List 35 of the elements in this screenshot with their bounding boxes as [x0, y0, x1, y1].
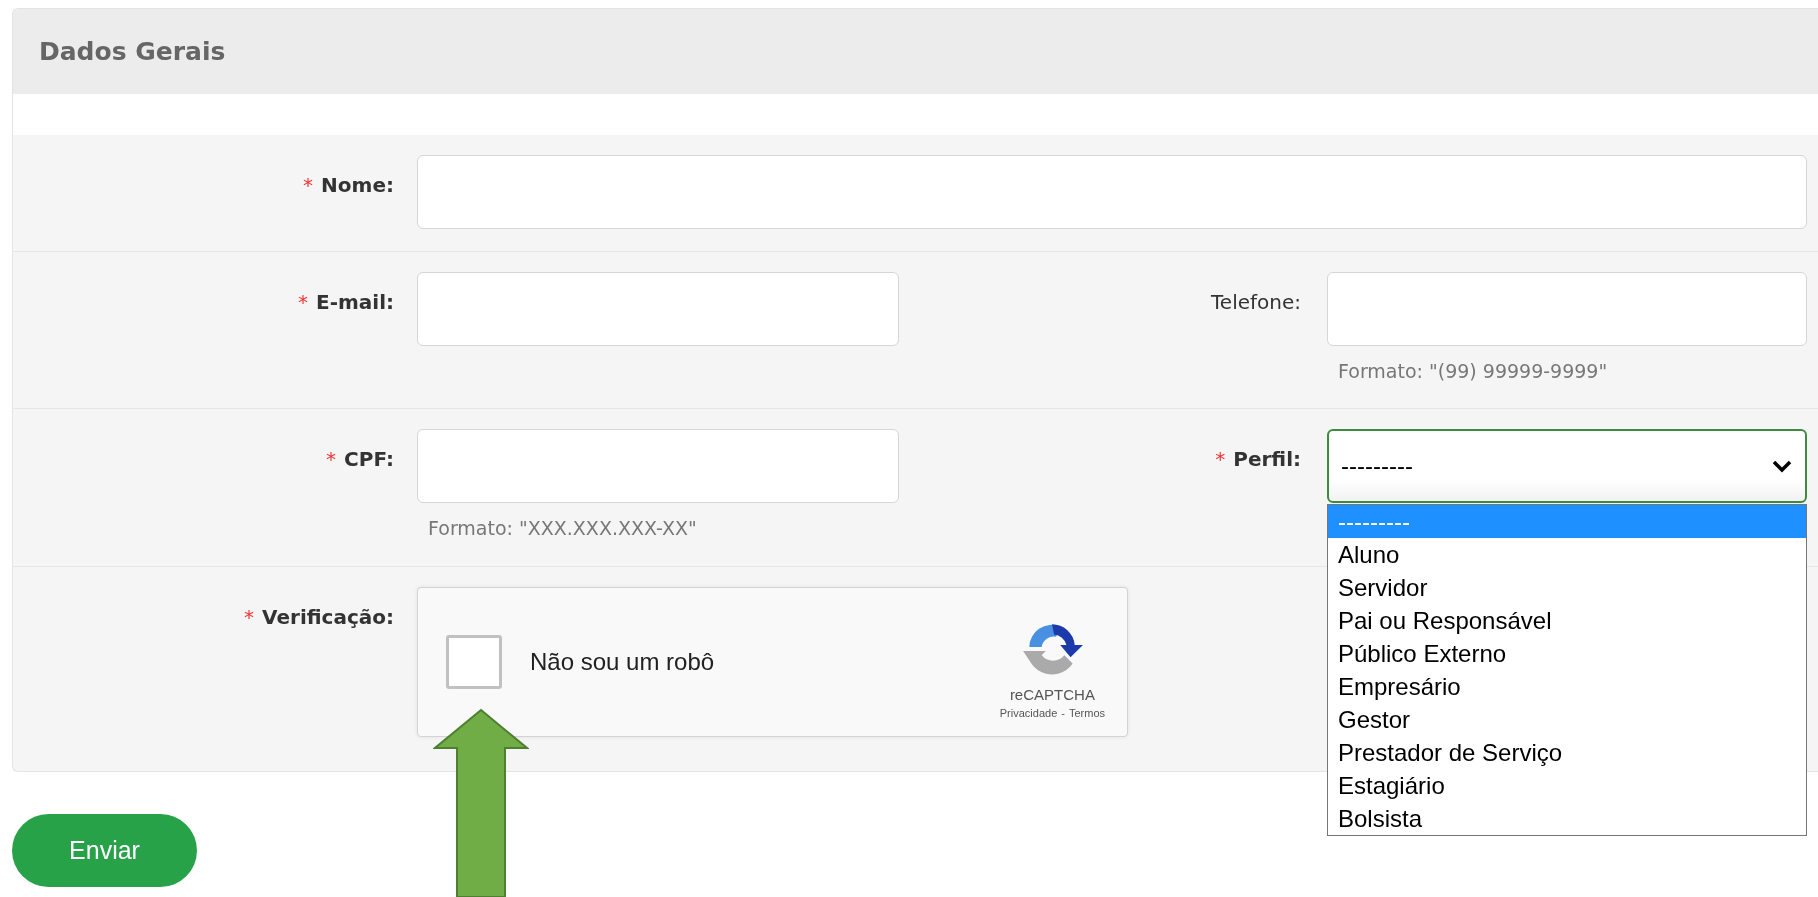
text-input[interactable] [417, 272, 899, 346]
dropdown-option[interactable]: Bolsista [1328, 802, 1806, 835]
format-hint: Formato: "(99) 99999-9999" [1338, 360, 1609, 382]
field-label: E-mail: [316, 290, 394, 314]
dropdown-option[interactable]: Estagiário [1328, 769, 1806, 802]
dropdown-option[interactable]: Prestador de Serviço [1328, 736, 1806, 769]
text-input[interactable] [417, 429, 899, 503]
field-label: CPF: [344, 447, 394, 471]
dropdown-option[interactable]: Empresário [1328, 670, 1806, 703]
required-marker: * [326, 447, 337, 471]
dropdown-option[interactable]: Aluno [1328, 538, 1806, 571]
field-label: Telefone: [1211, 290, 1301, 314]
field-label: Nome: [321, 173, 394, 197]
checkbox-label: Não sou um robô [530, 648, 716, 676]
footer-link[interactable]: Termos [1068, 706, 1105, 719]
required-marker: * [244, 605, 255, 629]
footer-link[interactable]: Privacidade [999, 706, 1058, 719]
format-hint: Formato: "XXX.XXX.XXX-XX" [428, 517, 698, 539]
brand-text: reCAPTCHA [1009, 685, 1095, 703]
dropdown-option[interactable]: Público Externo [1328, 637, 1806, 670]
required-marker: * [303, 173, 314, 197]
dropdown-option[interactable]: Servidor [1328, 571, 1806, 604]
separator-text: - [1061, 706, 1065, 719]
text-input[interactable] [417, 155, 1807, 229]
profile-select[interactable]: --------- [1327, 429, 1807, 503]
checkbox[interactable] [446, 635, 502, 689]
required-marker: * [298, 290, 308, 314]
field-label: Verificação: [262, 605, 394, 629]
field-label: Perfil: [1233, 447, 1301, 471]
text-input[interactable] [1327, 272, 1807, 346]
panel-title: Dados Gerais [39, 37, 226, 66]
chevron-down-icon [1771, 459, 1793, 473]
dropdown-option[interactable]: Pai ou Responsável [1328, 604, 1806, 637]
required-marker: * [1215, 447, 1226, 471]
dropdown-option[interactable]: Gestor [1328, 703, 1806, 736]
